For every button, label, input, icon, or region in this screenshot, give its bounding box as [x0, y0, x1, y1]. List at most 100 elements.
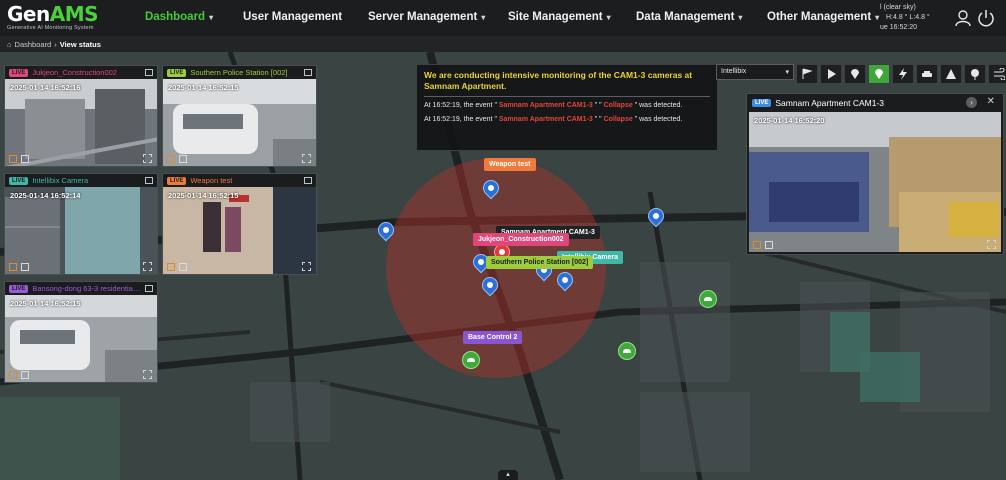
map-pin-icon[interactable]	[868, 64, 890, 84]
chevron-down-icon: ▾	[606, 13, 611, 22]
snapshot-icon[interactable]	[167, 263, 175, 271]
car-icon[interactable]	[916, 64, 938, 84]
maximize-icon[interactable]	[145, 177, 153, 184]
close-icon[interactable]: ✕	[987, 96, 995, 107]
maximize-icon[interactable]	[304, 177, 312, 184]
camera-video: 2025-01-14 16:52:16	[5, 79, 157, 166]
camera-feed-southern-police[interactable]: LIVE Southern Police Station [002] 2025-…	[162, 65, 317, 167]
power-icon[interactable]	[977, 9, 995, 27]
breadcrumb-dashboard[interactable]: Dashboard	[15, 40, 52, 49]
user-icon[interactable]	[954, 9, 972, 27]
base-station-icon[interactable]	[699, 290, 717, 308]
popup-camera-title: Samnam Apartment CAM1-3	[775, 97, 884, 108]
grid-icon[interactable]	[21, 263, 29, 271]
map-label-southern-police[interactable]: Southern Police Station [002]	[486, 256, 594, 269]
camera-tools	[167, 263, 187, 271]
map-toolbar: Intellibix ▾	[716, 64, 1006, 84]
nav-site-management[interactable]: Site Management ▾	[508, 11, 611, 23]
play-icon[interactable]	[820, 64, 842, 84]
snapshot-icon[interactable]	[9, 371, 17, 379]
selected-camera-popup[interactable]: LIVE Samnam Apartment CAM1-3 › ✕ 2025-01…	[746, 93, 1004, 255]
location-icon[interactable]	[844, 64, 866, 84]
camera-video: 2025-01-14 16:52:15	[163, 187, 316, 274]
camera-timestamp: 2025-01-14 16:52:14	[10, 191, 81, 200]
grid-icon[interactable]	[21, 155, 29, 163]
map-label-base-control[interactable]: Base Control 2	[463, 331, 523, 344]
live-badge: LIVE	[9, 284, 29, 293]
camera-feed-jukjeon[interactable]: LIVE Jukjeon_Construction002 2025-01-14 …	[4, 65, 158, 167]
notice-divider	[424, 96, 710, 97]
camera-video: 2025-01-14 16:52:15	[5, 295, 157, 382]
camera-tools	[753, 241, 773, 249]
chevron-right-icon[interactable]: ›	[966, 97, 977, 108]
pin-check-icon[interactable]	[964, 64, 986, 84]
nav-other-management[interactable]: Other Management ▾	[767, 11, 879, 23]
chevron-down-icon: ▾	[875, 13, 880, 22]
camera-timestamp: 2025-01-14 16:52:15	[168, 191, 239, 200]
maximize-icon[interactable]	[304, 69, 312, 76]
camera-feed-intellibix[interactable]: LIVE Intellibix Camera 2025-01-14 16:52:…	[4, 173, 158, 275]
expand-icon[interactable]	[302, 262, 311, 271]
snapshot-icon[interactable]	[167, 155, 175, 163]
event-log-entry: At 16:52:19, the event " Samnam Apartmen…	[424, 102, 683, 109]
chevron-down-icon: ▾	[481, 13, 486, 22]
chevron-down-icon: ▾	[738, 13, 743, 22]
chevron-down-icon: ▾	[209, 13, 214, 22]
maximize-icon[interactable]	[145, 69, 153, 76]
popup-camera-video: 2025-01-14 16:52:20	[749, 112, 1001, 252]
monitoring-notice-panel: We are conducting intensive monitoring o…	[416, 64, 718, 151]
grid-icon[interactable]	[179, 263, 187, 271]
flag-icon[interactable]	[796, 64, 818, 84]
map-view[interactable]: LIVE Jukjeon_Construction002 2025-01-14 …	[0, 52, 1006, 480]
expand-icon[interactable]	[987, 240, 996, 249]
nav-data-management[interactable]: Data Management ▾	[636, 11, 742, 23]
map-label-jukjeon[interactable]: Jukjeon_Construction002	[473, 233, 569, 246]
base-station-icon[interactable]	[618, 342, 636, 360]
genams-logo[interactable]: GenAMS Generative AI Monitoring System	[7, 4, 99, 31]
snapshot-icon[interactable]	[9, 155, 17, 163]
event-log-entry: At 16:52:19, the event " Samnam Apartmen…	[424, 116, 683, 123]
nav-server-management[interactable]: Server Management ▾	[368, 11, 485, 23]
camera-tools	[9, 371, 29, 379]
camera-feed-header: LIVE Southern Police Station [002]	[163, 66, 316, 79]
camera-title: Southern Police Station [002]	[190, 68, 288, 77]
breadcrumb-current: View status	[59, 39, 101, 49]
camera-title: Intellibix Camera	[32, 176, 89, 185]
collapse-toggle[interactable]: ▴	[498, 470, 518, 480]
top-navigation-bar: GenAMS Generative AI Monitoring System D…	[0, 0, 1006, 36]
weather-temperature: H:4.8 ° L:4.8 °	[886, 14, 930, 21]
expand-icon[interactable]	[143, 262, 152, 271]
grid-icon[interactable]	[179, 155, 187, 163]
camera-feed-bansong-dong[interactable]: LIVE Bansong-dong 63-3 residentia… 2025-…	[4, 281, 158, 383]
maximize-icon[interactable]	[145, 285, 153, 292]
base-station-icon[interactable]	[462, 351, 480, 369]
camera-tools	[9, 263, 29, 271]
expand-icon[interactable]	[143, 370, 152, 379]
nav-user-management[interactable]: User Management	[243, 11, 342, 23]
map-label-weapon-test[interactable]: Weapon test	[484, 158, 536, 171]
expand-icon[interactable]	[143, 154, 152, 163]
wind-icon[interactable]	[988, 64, 1006, 84]
nav-dashboard[interactable]: Dashboard ▾	[145, 11, 213, 23]
snapshot-icon[interactable]	[753, 241, 761, 249]
site-select[interactable]: Intellibix ▾	[716, 64, 794, 80]
camera-timestamp: 2025-01-14 16:52:15	[10, 299, 81, 308]
camera-feed-header: LIVE Jukjeon_Construction002	[5, 66, 157, 79]
live-badge: LIVE	[167, 68, 187, 77]
camera-title: Jukjeon_Construction002	[32, 68, 117, 77]
lightning-icon[interactable]	[892, 64, 914, 84]
camera-tools	[167, 155, 187, 163]
camera-feed-header: LIVE Bansong-dong 63-3 residentia…	[5, 282, 157, 295]
breadcrumb-separator-icon: ›	[54, 39, 57, 49]
alert-icon[interactable]	[940, 64, 962, 84]
camera-feed-header: LIVE Intellibix Camera	[5, 174, 157, 187]
camera-title: Bansong-dong 63-3 residentia…	[32, 284, 141, 293]
grid-icon[interactable]	[765, 241, 773, 249]
home-icon[interactable]: ⌂	[7, 40, 12, 49]
snapshot-icon[interactable]	[9, 263, 17, 271]
camera-feed-weapon-test[interactable]: LIVE Weapon test 2025-01-14 16:52:15	[162, 173, 317, 275]
camera-title: Weapon test	[190, 176, 233, 185]
notice-title: We are conducting intensive monitoring o…	[424, 70, 693, 91]
grid-icon[interactable]	[21, 371, 29, 379]
expand-icon[interactable]	[302, 154, 311, 163]
